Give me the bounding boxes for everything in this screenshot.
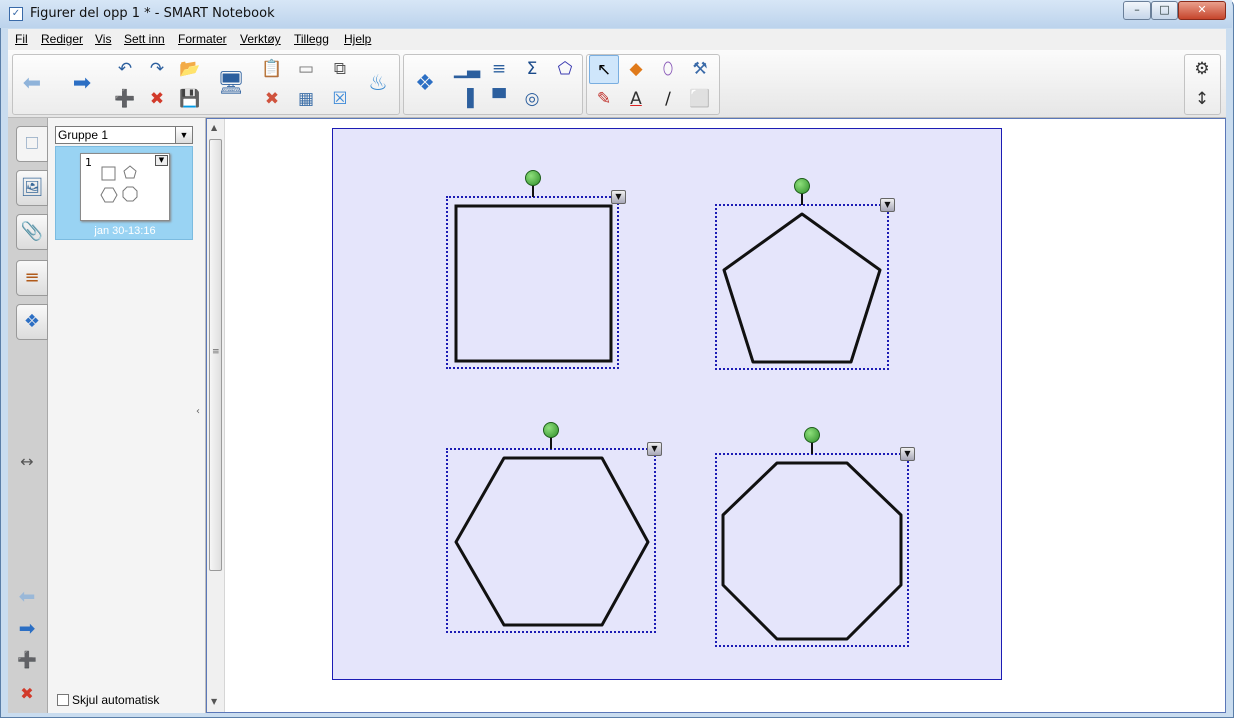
fullscreen-icon[interactable]: ☒ xyxy=(325,85,355,114)
eraser-tool-icon[interactable]: ⬜ xyxy=(685,85,715,114)
scroll-down-icon[interactable]: ▼ xyxy=(211,697,217,706)
sidebar-tabs: 🗆 🖼 📎 ≡ ❖ ↔ ⬅ ➡ ➕ ✖ xyxy=(8,118,48,713)
addon-icon[interactable]: ❖ xyxy=(410,55,440,116)
pentagon-menu-icon[interactable]: ▼ xyxy=(880,198,895,212)
autohide-checkbox[interactable] xyxy=(57,694,69,706)
group-select[interactable]: Gruppe 1 ▼ xyxy=(55,126,193,144)
menu-tillegg[interactable]: Tillegg xyxy=(294,32,329,46)
new-page-icon[interactable]: ➕ xyxy=(110,85,140,114)
capture-icon[interactable]: ⧉ xyxy=(325,55,355,84)
menu-fil[interactable]: Fil xyxy=(15,32,28,46)
app-icon: ✓ xyxy=(9,7,23,21)
undo-icon[interactable]: ↶ xyxy=(110,55,140,84)
previous-page-icon[interactable]: ⬅ xyxy=(14,584,40,608)
window-title: Figurer del opp 1 * - SMART Notebook xyxy=(30,6,275,21)
delete-page-icon[interactable]: ✖ xyxy=(142,85,172,114)
settings-gear-icon[interactable]: ⚙ xyxy=(1187,55,1217,84)
maximize-button[interactable]: □ xyxy=(1151,1,1178,20)
thumbnail-shapes xyxy=(100,165,138,203)
attachments-tab-icon[interactable]: 📎 xyxy=(16,214,48,250)
scroll-up-icon[interactable]: ▲ xyxy=(211,123,217,132)
close-button[interactable]: ✕ xyxy=(1178,1,1226,20)
addons-tab-icon[interactable]: ❖ xyxy=(16,304,48,340)
open-file-icon[interactable]: 📂 xyxy=(175,55,205,84)
save-icon[interactable]: 💾 xyxy=(175,85,205,114)
select-tool-icon[interactable]: ↖ xyxy=(589,55,619,84)
menu-hjelp[interactable]: Hjelp xyxy=(344,32,371,46)
octagon-shape[interactable] xyxy=(715,453,909,647)
hexagon-rotate-handle[interactable] xyxy=(543,422,559,438)
screen-shade-icon[interactable]: ▭ xyxy=(291,55,321,84)
chevron-down-icon[interactable]: ▼ xyxy=(175,127,192,143)
sum-icon[interactable]: Σ xyxy=(517,55,547,84)
screen-icon[interactable]: 🖥 xyxy=(216,55,246,116)
square-shape[interactable] xyxy=(446,196,619,369)
gallery-tab-icon[interactable]: 🖼 xyxy=(16,170,48,206)
page-sorter-tab-icon[interactable]: 🗆 xyxy=(16,126,48,162)
toolbar-group-settings: ⚙ ↕ xyxy=(1184,54,1221,115)
align-right-icon[interactable]: ≡ xyxy=(484,55,514,84)
toolbar-group-addons: ❖ ▁▃ ≡ Σ ⬠ ▐ ▀ ◎ xyxy=(403,54,583,115)
hexagon-menu-icon[interactable]: ▼ xyxy=(647,442,662,456)
page-thumbnail-item[interactable]: 1 ▼ jan 30-13:16 xyxy=(55,146,193,240)
menu-vis[interactable]: Vis xyxy=(95,32,111,46)
delete-page-sidebar-icon[interactable]: ✖ xyxy=(14,684,40,703)
pentagon-rotate-handle[interactable] xyxy=(794,178,810,194)
menu-bar: Fil Rediger Vis Sett inn Formater Verktø… xyxy=(8,29,1226,50)
response-icon[interactable]: ♨ xyxy=(363,55,393,116)
octagon-rotate-handle[interactable] xyxy=(804,427,820,443)
autohide-label: Skjul automatisk xyxy=(72,693,160,707)
text-tool-icon[interactable]: A xyxy=(621,85,651,114)
page-thumbnail[interactable]: 1 ▼ xyxy=(80,153,170,221)
line-tool-icon[interactable]: ∕ xyxy=(653,85,683,114)
group-select-value: Gruppe 1 xyxy=(58,128,109,142)
menu-sett-inn[interactable]: Sett inn xyxy=(124,32,165,46)
title-bar: ✓ Figurer del opp 1 * - SMART Notebook –… xyxy=(0,0,1232,28)
add-page-icon[interactable]: ➕ xyxy=(14,650,40,669)
menu-verktoy[interactable]: Verktøy xyxy=(240,32,281,46)
back-arrow-icon[interactable]: ⬅ xyxy=(17,55,47,116)
delete-icon[interactable]: ✖ xyxy=(257,85,287,114)
align-left-icon[interactable]: ▐ xyxy=(452,85,482,114)
shapes-tool-icon[interactable]: ◆ xyxy=(621,55,651,84)
measure-icon[interactable]: ◎ xyxy=(517,85,547,114)
page-date: jan 30-13:16 xyxy=(94,225,156,237)
properties-tab-icon[interactable]: ≡ xyxy=(16,260,48,296)
fill-tool-icon[interactable]: ⚒ xyxy=(685,55,715,84)
next-page-icon[interactable]: ➡ xyxy=(14,616,40,640)
table-icon[interactable]: ▦ xyxy=(291,85,321,114)
pentagon-shape[interactable] xyxy=(715,204,889,370)
hexagon-shape[interactable] xyxy=(446,448,656,633)
paste-icon[interactable]: 📋 xyxy=(257,55,287,84)
octagon-menu-icon[interactable]: ▼ xyxy=(900,447,915,461)
sorter-resize-grip[interactable]: ‹ xyxy=(196,406,200,417)
eraser-shape-icon[interactable]: ⬯ xyxy=(653,55,683,84)
geometry-icon[interactable]: ⬠ xyxy=(550,55,580,84)
menu-formater[interactable]: Formater xyxy=(178,32,227,46)
toolbar-group-tools: ↖ ◆ ⬯ ⚒ ✎ A ∕ ⬜ xyxy=(586,54,720,115)
square-rotate-handle[interactable] xyxy=(525,170,541,186)
minimize-button[interactable]: – xyxy=(1123,1,1151,20)
redo-icon[interactable]: ↷ xyxy=(142,55,172,84)
vertical-scrollbar[interactable]: ▲ ≡ ▼ xyxy=(207,119,225,712)
toolbar: ⬅ ➡ ↶ ↷ 📂 ➕ ✖ 💾 🖥 📋 ▭ ⧉ ✖ ▦ ☒ ♨ ❖ ▁▃ ≡ Σ… xyxy=(8,50,1226,118)
toolbar-group-main: ⬅ ➡ ↶ ↷ 📂 ➕ ✖ 💾 🖥 📋 ▭ ⧉ ✖ ▦ ☒ ♨ xyxy=(12,54,400,115)
chart-icon[interactable]: ▁▃ xyxy=(452,55,482,84)
forward-arrow-icon[interactable]: ➡ xyxy=(67,55,97,116)
page-sorter: Gruppe 1 ▼ 1 ▼ jan 30-13:16 ‹ Skjul auto… xyxy=(48,118,206,713)
scrollbar-grip-icon: ≡ xyxy=(212,347,220,357)
square-menu-icon[interactable]: ▼ xyxy=(611,190,626,204)
move-sidebar-icon[interactable]: ↔ xyxy=(14,452,40,471)
move-toolbar-icon[interactable]: ↕ xyxy=(1187,85,1217,114)
align-top-icon[interactable]: ▀ xyxy=(484,85,514,114)
pens-tool-icon[interactable]: ✎ xyxy=(589,85,619,114)
menu-rediger[interactable]: Rediger xyxy=(41,32,83,46)
